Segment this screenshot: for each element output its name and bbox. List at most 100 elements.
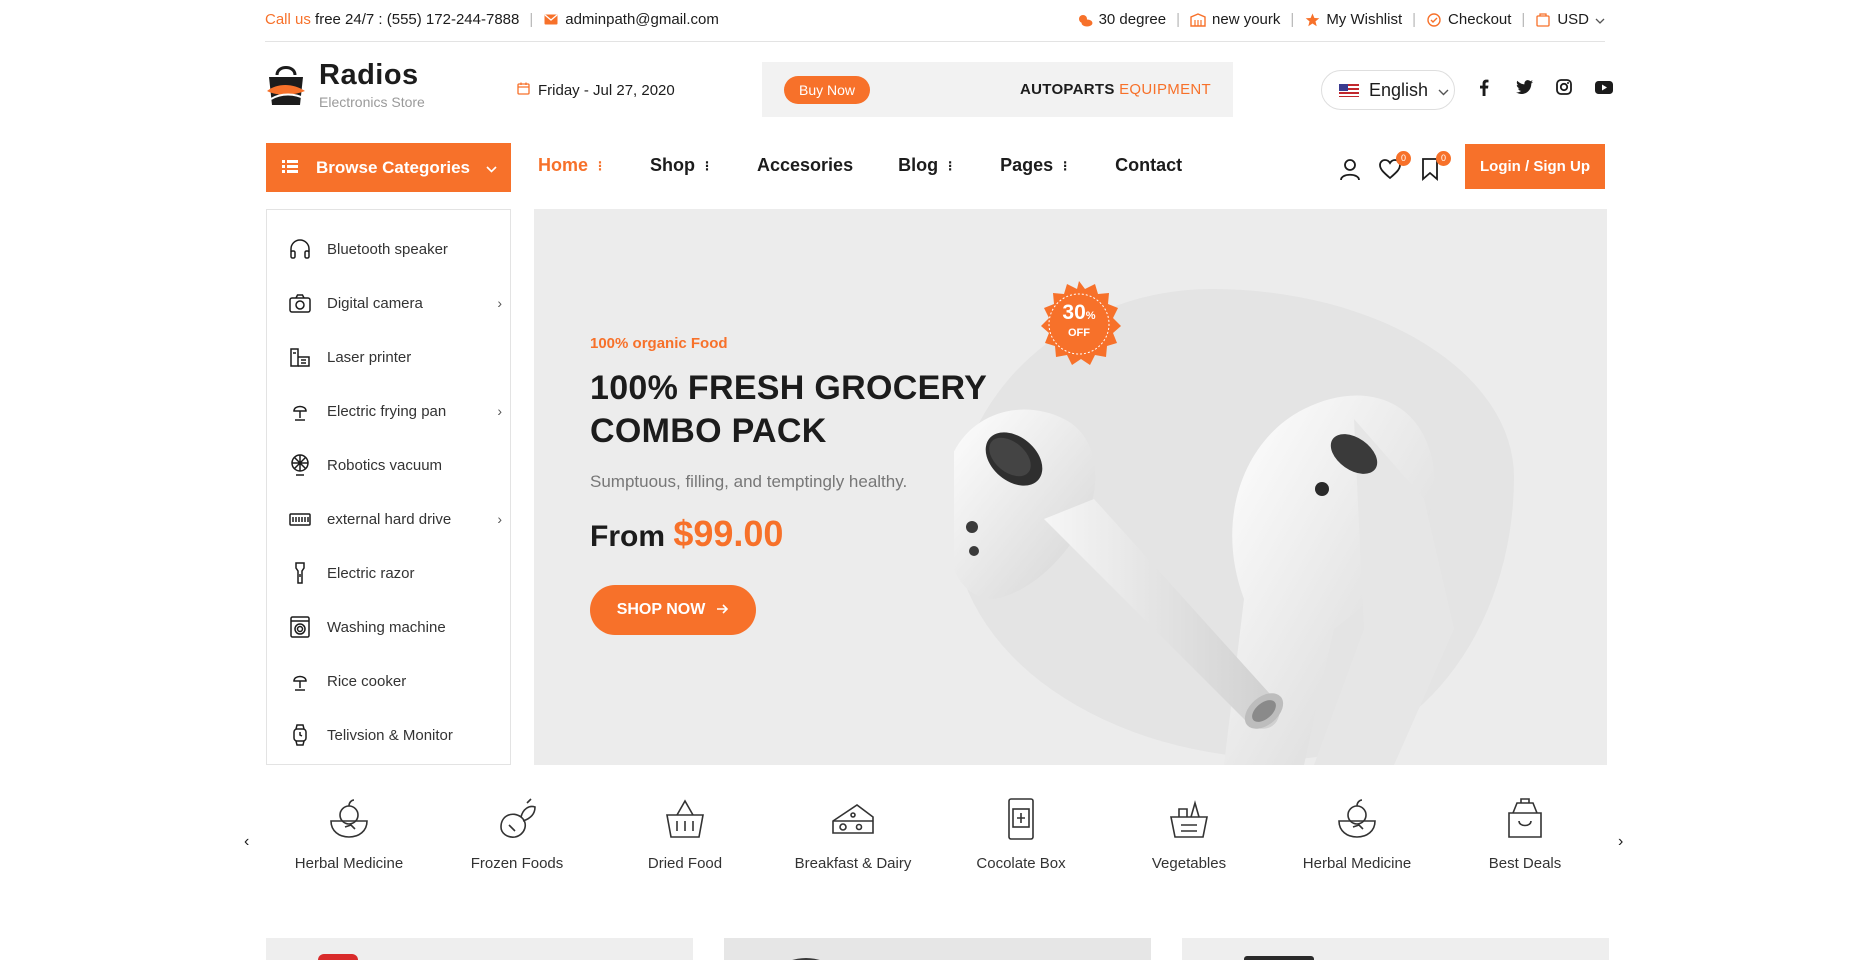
weather: 30 degree xyxy=(1077,11,1167,28)
nav-item-home[interactable]: Home ⋮ xyxy=(538,155,606,176)
divider: | xyxy=(529,11,534,28)
divider: | xyxy=(1521,11,1526,28)
category-item[interactable]: Vegetables xyxy=(1109,795,1269,872)
menu-dots-icon: ⋮ xyxy=(1059,158,1071,173)
sidebar-item-label: external hard drive xyxy=(327,510,452,528)
nav-item-pages[interactable]: Pages ⋮ xyxy=(1000,155,1071,176)
divider: | xyxy=(1290,11,1295,28)
nav-item-contact[interactable]: Contact xyxy=(1115,155,1182,176)
instagram-icon[interactable] xyxy=(1555,78,1573,96)
nav-item-label: Pages xyxy=(1000,155,1054,175)
user-icon[interactable] xyxy=(1338,157,1362,181)
shopping-bag-icon xyxy=(1508,798,1542,838)
site-logo[interactable]: Radios Electronics Store xyxy=(265,60,425,110)
camera-icon xyxy=(287,290,313,316)
category-item[interactable]: Herbal Medicine xyxy=(269,795,429,872)
sidebar-item-label: Telivsion & Monitor xyxy=(327,726,453,744)
nav-item-label: Shop xyxy=(650,155,696,175)
sidebar-item-electric-razor[interactable]: Electric razor xyxy=(287,555,502,591)
check-circle-icon xyxy=(1426,12,1442,28)
category-label: Dried Food xyxy=(647,855,723,872)
category-label: Vegetables xyxy=(1151,855,1227,872)
hero-title-line1: 100% FRESH GROCERY xyxy=(590,369,988,407)
sidebar-item-digital-camera[interactable]: Digital camera › xyxy=(287,285,502,321)
drive-icon xyxy=(287,506,313,532)
sidebar-item-washing-machine[interactable]: Washing machine xyxy=(287,609,502,645)
hero-title-line2: COMBO PACK xyxy=(590,412,827,450)
list-icon xyxy=(282,158,298,178)
headphones-icon xyxy=(287,236,313,262)
nav-item-blog[interactable]: Blog ⋮ xyxy=(898,155,956,176)
watch-icon xyxy=(287,722,313,748)
chevron-right-icon: › xyxy=(497,295,502,311)
chevron-down-icon xyxy=(1438,80,1449,101)
category-item[interactable]: Best Deals xyxy=(1445,795,1605,872)
menu-dots-icon: ⋮ xyxy=(944,158,956,173)
wishlist-count-badge: 0 xyxy=(1396,151,1411,166)
youtube-icon[interactable] xyxy=(1595,78,1613,96)
sidebar-item-label: Washing machine xyxy=(327,618,446,636)
user-actions: 0 0 xyxy=(1338,151,1451,181)
grocery-basket-icon xyxy=(1170,800,1208,838)
category-item[interactable]: Cocolate Box xyxy=(941,795,1101,872)
language-select[interactable]: English xyxy=(1321,70,1455,110)
sidebar-item-rice-cooker[interactable]: Rice cooker xyxy=(287,663,502,699)
chevron-right-icon: › xyxy=(497,403,502,419)
shop-now-button[interactable]: SHOP NOW xyxy=(590,585,756,635)
call-number[interactable]: free 24/7 : (555) 172-244-7888 xyxy=(315,11,519,28)
cheese-icon xyxy=(832,804,874,834)
sidebar-item-label: Digital camera xyxy=(327,294,423,312)
email-text: adminpath@gmail.com xyxy=(565,11,719,28)
nav-item-accesories[interactable]: Accesories xyxy=(757,155,853,176)
product-card[interactable] xyxy=(266,938,693,960)
nav-item-label: Contact xyxy=(1115,155,1183,175)
weather-text: 30 degree xyxy=(1098,11,1167,28)
sidebar-item-robotics-vacuum[interactable]: Robotics vacuum xyxy=(287,447,502,483)
building-icon xyxy=(1190,12,1206,28)
discount-badge: 30% OFF xyxy=(1034,279,1124,369)
language-text: English xyxy=(1369,79,1429,100)
sidebar-item-external-hard-drive[interactable]: external hard drive › xyxy=(287,501,502,537)
nav-item-label: Blog xyxy=(898,155,939,175)
divider: | xyxy=(1412,11,1417,28)
city[interactable]: new yourk xyxy=(1190,11,1280,28)
sidebar-item-laser-printer[interactable]: Laser printer xyxy=(287,339,502,375)
hero-kicker: 100% organic Food xyxy=(590,335,728,352)
category-label: Best Deals xyxy=(1488,855,1562,872)
category-item[interactable]: Breakfast & Dairy xyxy=(773,795,933,872)
top-bar: Call us free 24/7 : (555) 172-244-7888 |… xyxy=(265,0,1605,42)
category-item[interactable]: Dried Food xyxy=(605,795,765,872)
product-card[interactable] xyxy=(1182,938,1609,960)
email-link[interactable]: adminpath@gmail.com xyxy=(543,11,719,28)
nav-item-shop[interactable]: Shop ⋮ xyxy=(650,155,713,176)
sidebar-item-label: Bluetooth speaker xyxy=(327,240,448,258)
category-item[interactable]: Herbal Medicine xyxy=(1277,795,1437,872)
wishlist-link[interactable]: My Wishlist xyxy=(1304,11,1402,28)
buy-now-button[interactable]: Buy Now xyxy=(784,76,871,104)
phone-image xyxy=(318,954,358,960)
wishlist-heart-button[interactable]: 0 xyxy=(1378,151,1411,181)
twitter-icon[interactable] xyxy=(1515,78,1533,96)
currency-select[interactable]: USD xyxy=(1535,11,1605,28)
date-text: Friday - Jul 27, 2020 xyxy=(538,82,675,99)
saved-button[interactable]: 0 xyxy=(1418,151,1451,181)
facebook-icon[interactable] xyxy=(1475,78,1493,96)
sidebar-item-bluetooth-speaker[interactable]: Bluetooth speaker xyxy=(287,231,502,267)
carousel-prev-button[interactable]: ‹ xyxy=(244,833,249,851)
checkout-link[interactable]: Checkout xyxy=(1426,11,1511,28)
browse-categories-button[interactable]: Browse Categories xyxy=(266,143,511,192)
us-flag-icon xyxy=(1339,83,1359,97)
hero-title: 100% FRESH GROCERY COMBO PACK xyxy=(590,367,987,453)
carousel-next-button[interactable]: › xyxy=(1618,833,1623,851)
sidebar-item-television-monitor[interactable]: Telivsion & Monitor xyxy=(287,717,502,753)
category-carousel: Herbal Medicine Frozen Foods Dried Food … xyxy=(265,795,1605,885)
fan-icon xyxy=(287,452,313,478)
product-card[interactable] xyxy=(724,938,1151,960)
envelope-icon xyxy=(543,12,559,28)
printer-icon xyxy=(287,344,313,370)
category-item[interactable]: Frozen Foods xyxy=(437,795,597,872)
chevron-down-icon xyxy=(1595,11,1605,28)
login-signup-button[interactable]: Login / Sign Up xyxy=(1465,144,1605,189)
sidebar-item-electric-frying-pan[interactable]: Electric frying pan › xyxy=(287,393,502,429)
main-nav: Home ⋮ Shop ⋮ Accesories Blog ⋮ Pages ⋮ … xyxy=(538,155,1227,176)
